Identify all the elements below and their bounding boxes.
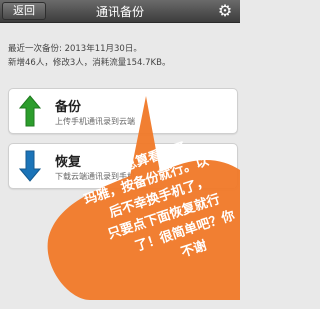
- page-title: 通讯备份: [95, 5, 144, 19]
- last-backup-text: 最近一次备份: 2013年11月30日。: [8, 44, 142, 54]
- backup-title: 备份: [55, 100, 82, 115]
- up-arrow-icon: [19, 95, 41, 127]
- gear-icon[interactable]: ⚙: [214, 2, 236, 20]
- top-bar: 返回 通讯备份 ⚙: [0, 0, 240, 23]
- backup-subtitle: 上传手机通讯录到云端: [55, 117, 135, 126]
- down-arrow-icon: [19, 150, 41, 182]
- backup-stats-text: 新增46人，修改3人，消耗流量154.7KB。: [8, 58, 171, 68]
- backup-card[interactable]: 备份 上传手机通讯录到云端: [8, 88, 238, 134]
- restore-title: 恢复: [55, 155, 82, 170]
- backup-info: 最近一次备份: 2013年11月30日。 新增46人，修改3人，消耗流量154.…: [8, 42, 234, 70]
